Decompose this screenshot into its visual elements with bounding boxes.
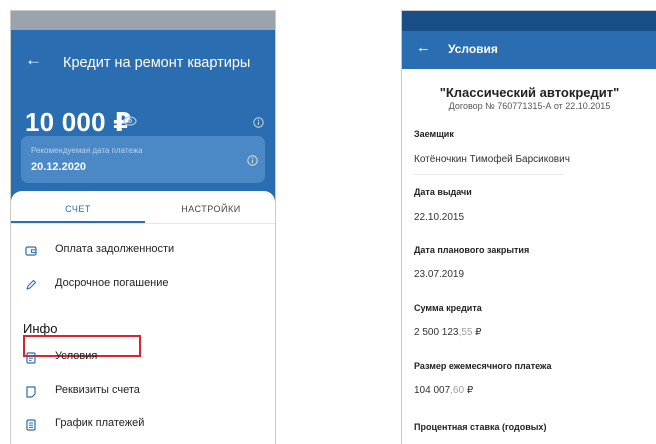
action-pay-debt[interactable]: Оплата задолженности: [55, 243, 174, 256]
field-value-issue-date: 22.10.2015: [414, 212, 465, 223]
field-label: Процентная ставка (годовых): [414, 422, 547, 432]
payment-date-card: Рекомендуемая дата платежа 20.12.2020: [21, 136, 265, 183]
field-value-close-date: 23.07.2019: [414, 269, 465, 280]
back-arrow-icon[interactable]: ←: [416, 40, 431, 55]
info-icon[interactable]: [247, 153, 258, 171]
amount-main: 104 007: [414, 385, 451, 396]
field-label: Размер ежемесячного платежа: [414, 361, 552, 371]
amount-kopecks: ,60: [450, 385, 465, 396]
info-item-payment-schedule[interactable]: График платежей: [55, 417, 144, 430]
product-name: "Классический автокредит": [439, 85, 620, 100]
info-icon[interactable]: [253, 115, 264, 133]
info-section-title: Инфо: [23, 321, 58, 336]
tab-settings[interactable]: НАСТРОЙКИ: [145, 203, 275, 215]
document-icon: [25, 351, 37, 364]
document-icon: [25, 385, 37, 398]
status-bar: [11, 11, 275, 30]
field-label: Дата выдачи: [414, 187, 472, 197]
info-item-conditions[interactable]: Условия: [55, 350, 97, 363]
tab-divider: [11, 223, 275, 224]
field-label: Дата планового закрытия: [414, 245, 530, 255]
info-item-account-details[interactable]: Реквизиты счета: [55, 384, 140, 397]
divider: [414, 174, 564, 175]
amount-kopecks: ,55: [458, 327, 473, 338]
contract-number: Договор № 760771315-А от 22.10.2015: [448, 101, 611, 111]
field-value-monthly-payment: 104 007,60 ₽: [414, 385, 473, 397]
payment-date-label: Рекомендуемая дата платежа: [31, 146, 143, 155]
page-title: Кредит на ремонт квартиры: [63, 55, 251, 71]
field-label: Заемщик: [414, 129, 454, 139]
action-early-repayment[interactable]: Досрочное погашение: [55, 277, 169, 290]
currency-sign: ₽: [472, 327, 482, 338]
field-value-borrower: Котёночкин Тимофей Барсикович: [414, 154, 570, 165]
field-label: Сумма кредита: [414, 303, 482, 313]
amount-main: 2 500 123: [414, 327, 459, 338]
back-arrow-icon[interactable]: ←: [25, 51, 42, 68]
status-bar: [402, 11, 656, 31]
page-title: Условия: [448, 42, 498, 56]
pencil-icon: [25, 278, 37, 290]
app-header: [402, 31, 656, 69]
payment-date-value: 20.12.2020: [31, 161, 87, 173]
tab-account[interactable]: СЧЕТ: [11, 203, 145, 215]
eye-icon[interactable]: [123, 113, 137, 131]
document-icon: [25, 418, 37, 431]
wallet-icon: [25, 244, 37, 256]
field-value-loan-amount: 2 500 123,55 ₽: [414, 327, 482, 339]
account-sheet: СЧЕТ НАСТРОЙКИ Оплата задолженности Доср…: [11, 191, 275, 444]
currency-sign: ₽: [464, 385, 474, 396]
left-phone-screen: ← Кредит на ремонт квартиры 10 000 ₽ Рек…: [10, 10, 276, 444]
balance-amount: 10 000 ₽: [25, 107, 132, 137]
right-phone-screen: ← Условия "Классический автокредит" Дого…: [401, 10, 656, 444]
